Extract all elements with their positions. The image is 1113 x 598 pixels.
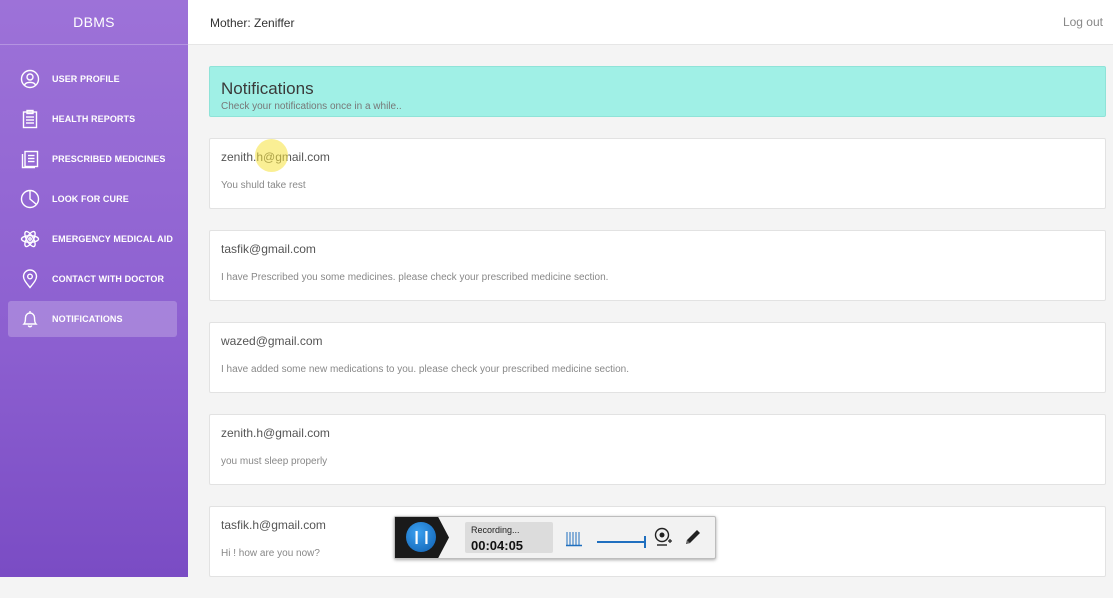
sidebar-item-prescribed-medicines[interactable]: PRESCRIBED MEDICINES (8, 141, 177, 177)
recording-status: Recording... 00:04:05 (465, 522, 553, 553)
recording-timer: 00:04:05 (471, 538, 524, 553)
sidebar-item-notifications[interactable]: NOTIFICATIONS (8, 301, 177, 337)
sidebar-item-label: NOTIFICATIONS (52, 314, 123, 324)
volume-slider[interactable] (597, 536, 646, 548)
page-title: Notifications (221, 79, 314, 98)
notification-message: I have added some new medications to you… (221, 364, 630, 375)
sidebar-item-label: LOOK FOR CURE (52, 194, 129, 204)
logout-link[interactable]: Log out (1063, 15, 1103, 29)
notification-message: You shuld take rest (221, 180, 306, 191)
page-subtitle: Check your notifications once in a while… (221, 101, 402, 112)
notification-sender: tasfik.h@gmail.com (221, 518, 326, 532)
notification-sender: wazed@gmail.com (221, 334, 323, 348)
clipboard-icon (20, 109, 40, 129)
location-pin-icon (20, 269, 40, 289)
bell-icon (20, 309, 40, 329)
notification-message: Hi ! how are you now? (221, 548, 320, 559)
recording-label: Recording... (471, 525, 520, 535)
sidebar-item-contact-with-doctor[interactable]: CONTACT WITH DOCTOR (8, 261, 177, 297)
notification-card: zenith.h@gmail.com you must sleep proper… (209, 414, 1106, 485)
sidebar-item-user-profile[interactable]: USER PROFILE (8, 61, 177, 97)
pie-chart-icon (20, 189, 40, 209)
sidebar-item-label: HEALTH REPORTS (52, 114, 136, 124)
document-stack-icon (20, 149, 40, 169)
notification-sender: tasfik@gmail.com (221, 242, 316, 256)
page-header: Notifications Check your notifications o… (209, 66, 1106, 117)
sidebar-item-look-for-cure[interactable]: LOOK FOR CURE (8, 181, 177, 217)
cursor-highlight (255, 139, 288, 172)
atom-icon (20, 229, 40, 249)
sidebar-item-label: PRESCRIBED MEDICINES (52, 154, 166, 164)
notification-message: you must sleep properly (221, 456, 328, 467)
pause-icon: ❙❙ (411, 529, 432, 544)
pause-button[interactable]: ❙❙ (406, 522, 436, 552)
sidebar-item-label: CONTACT WITH DOCTOR (52, 274, 165, 284)
notification-sender: zenith.h@gmail.com (221, 426, 330, 440)
notification-message: I have Prescribed you some medicines. pl… (221, 272, 609, 283)
sidebar: DBMS USER PROFILE HEALTH REPORTS PRESCRI… (0, 0, 188, 577)
pen-icon[interactable] (683, 527, 703, 547)
brand-title: DBMS (0, 0, 188, 45)
user-title: Mother: Zeniffer (210, 16, 295, 30)
sidebar-item-emergency-medical-aid[interactable]: EMERGENCY MEDICAL AID (8, 221, 177, 257)
notification-card: wazed@gmail.com I have added some new me… (209, 322, 1106, 393)
notification-card: zenith.h@gmail.com You shuld take rest (209, 138, 1106, 209)
webcam-icon[interactable] (653, 527, 673, 547)
sidebar-item-health-reports[interactable]: HEALTH REPORTS (8, 101, 177, 137)
top-bar: Mother: Zeniffer Log out (188, 0, 1113, 45)
sidebar-nav: USER PROFILE HEALTH REPORTS PRESCRIBED M… (0, 61, 188, 341)
audio-level-icon (566, 532, 582, 547)
sidebar-item-label: EMERGENCY MEDICAL AID (52, 234, 173, 244)
user-icon (20, 69, 40, 89)
notification-card: tasfik@gmail.com I have Prescribed you s… (209, 230, 1106, 301)
sidebar-item-label: USER PROFILE (52, 74, 120, 84)
screen-recorder-widget: ❙❙ Recording... 00:04:05 (394, 516, 716, 559)
